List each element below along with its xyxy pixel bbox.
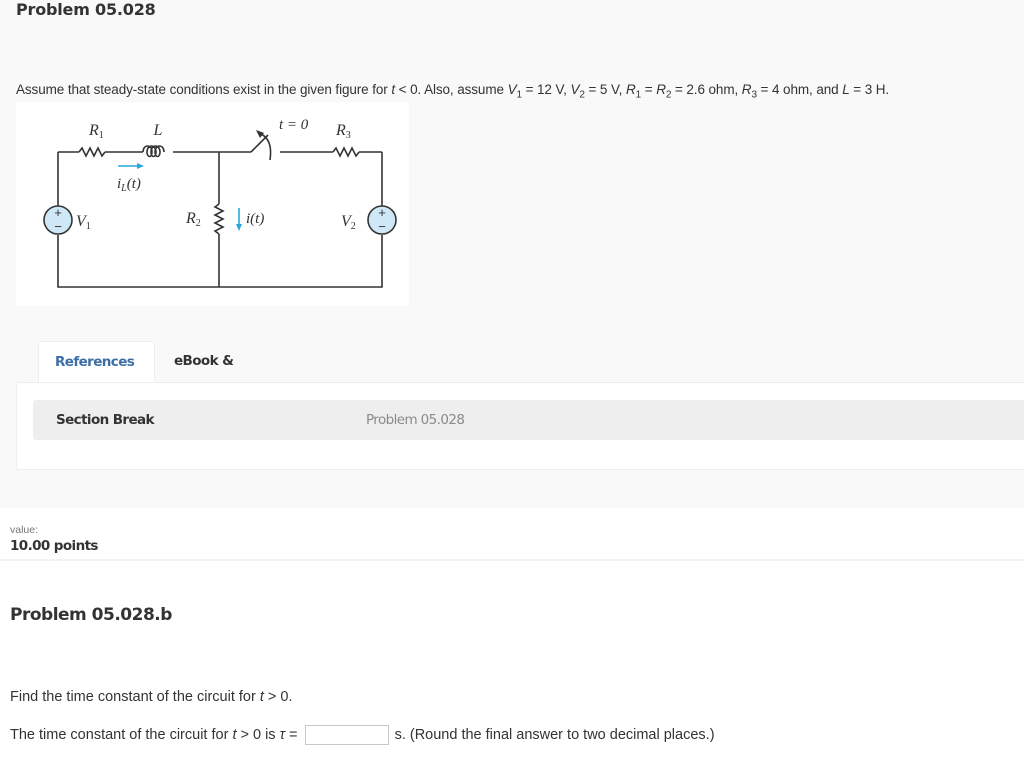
- question-suffix: > 0.: [263, 689, 293, 705]
- divider: [0, 559, 1024, 561]
- r3-value: = 4 ohm, and: [756, 82, 843, 97]
- wire-left: [57, 152, 383, 288]
- inductor-l-icon: [142, 145, 165, 158]
- problem-statement: Assume that steady-state conditions exis…: [16, 82, 889, 101]
- resistor-r3-icon: [332, 146, 360, 158]
- l-value: = 3 H.: [849, 82, 890, 97]
- minus-sign: −: [54, 219, 62, 234]
- subproblem-title: Problem 05.028.b: [10, 605, 172, 625]
- v1-value: = 12 V,: [521, 82, 571, 97]
- v2-value: = 5 V,: [584, 82, 626, 97]
- label-v2: V2: [341, 213, 356, 232]
- switch-arrow-icon: [256, 130, 264, 138]
- equals: =: [285, 727, 302, 743]
- answer-mid: > 0 is: [236, 727, 280, 743]
- voltage-source-v2-icon: + −: [367, 205, 397, 235]
- var-r2: R: [656, 82, 666, 97]
- label-r1: R1: [88, 122, 104, 141]
- plus-sign: +: [54, 205, 62, 220]
- label-r2: R2: [185, 210, 201, 229]
- question-text: Find the time constant of the circuit fo…: [10, 689, 293, 705]
- label-l: L: [153, 122, 163, 139]
- var-l: L: [842, 82, 850, 97]
- label-i: i(t): [246, 211, 264, 227]
- answer-prefix: The time constant of the circuit for: [10, 727, 233, 743]
- resistor-r1-icon: [78, 146, 106, 158]
- label-v1: V1: [76, 213, 91, 232]
- value-block: value: 10.00 points: [10, 524, 98, 554]
- label-switch-time: t = 0: [279, 117, 309, 133]
- plus-sign: +: [378, 205, 386, 220]
- question-prefix: Find the time constant of the circuit fo…: [10, 689, 260, 705]
- voltage-source-v1-icon: + −: [43, 205, 73, 235]
- time-constant-input[interactable]: [304, 725, 389, 745]
- i-arrow-icon: [236, 208, 242, 231]
- switch-arc: [260, 133, 272, 161]
- equals: =: [641, 82, 657, 97]
- statement-text: < 0. Also, assume: [395, 82, 508, 97]
- r12-value: = 2.6 ohm,: [671, 82, 742, 97]
- answer-line: The time constant of the circuit for t >…: [10, 725, 715, 745]
- label-il: iL(t): [117, 176, 141, 194]
- value-points: 10.00 points: [10, 538, 98, 554]
- references-panel: Section Break Problem 05.028: [16, 382, 1024, 470]
- problem-reference-link[interactable]: Problem 05.028: [366, 400, 465, 440]
- value-label: value:: [10, 524, 39, 536]
- resistor-r2-icon: [213, 203, 225, 235]
- statement-text: Assume that steady-state conditions exis…: [16, 82, 392, 97]
- var-r1: R: [625, 82, 636, 97]
- answer-suffix: s. (Round the final answer to two decima…: [394, 727, 715, 743]
- section-break-row: Section Break Problem 05.028: [33, 400, 1024, 440]
- tab-ebook-resources[interactable]: eBook & Resources: [158, 341, 263, 410]
- il-arrow-icon: [118, 163, 144, 169]
- circuit-figure: + − + − R1 L t = 0 R3 iL(t) V1 R2 i(t) V…: [16, 102, 409, 306]
- problem-section: Problem 05.028 Assume that steady-state …: [0, 0, 1024, 508]
- section-break-label: Section Break: [56, 412, 155, 428]
- minus-sign: −: [378, 219, 386, 234]
- circuit-diagram: + − + − R1 L t = 0 R3 iL(t) V1 R2 i(t) V…: [43, 117, 397, 288]
- var-r3: R: [741, 82, 752, 97]
- tab-references[interactable]: References: [38, 341, 155, 383]
- label-r3: R3: [335, 122, 351, 141]
- problem-title: Problem 05.028: [16, 0, 156, 19]
